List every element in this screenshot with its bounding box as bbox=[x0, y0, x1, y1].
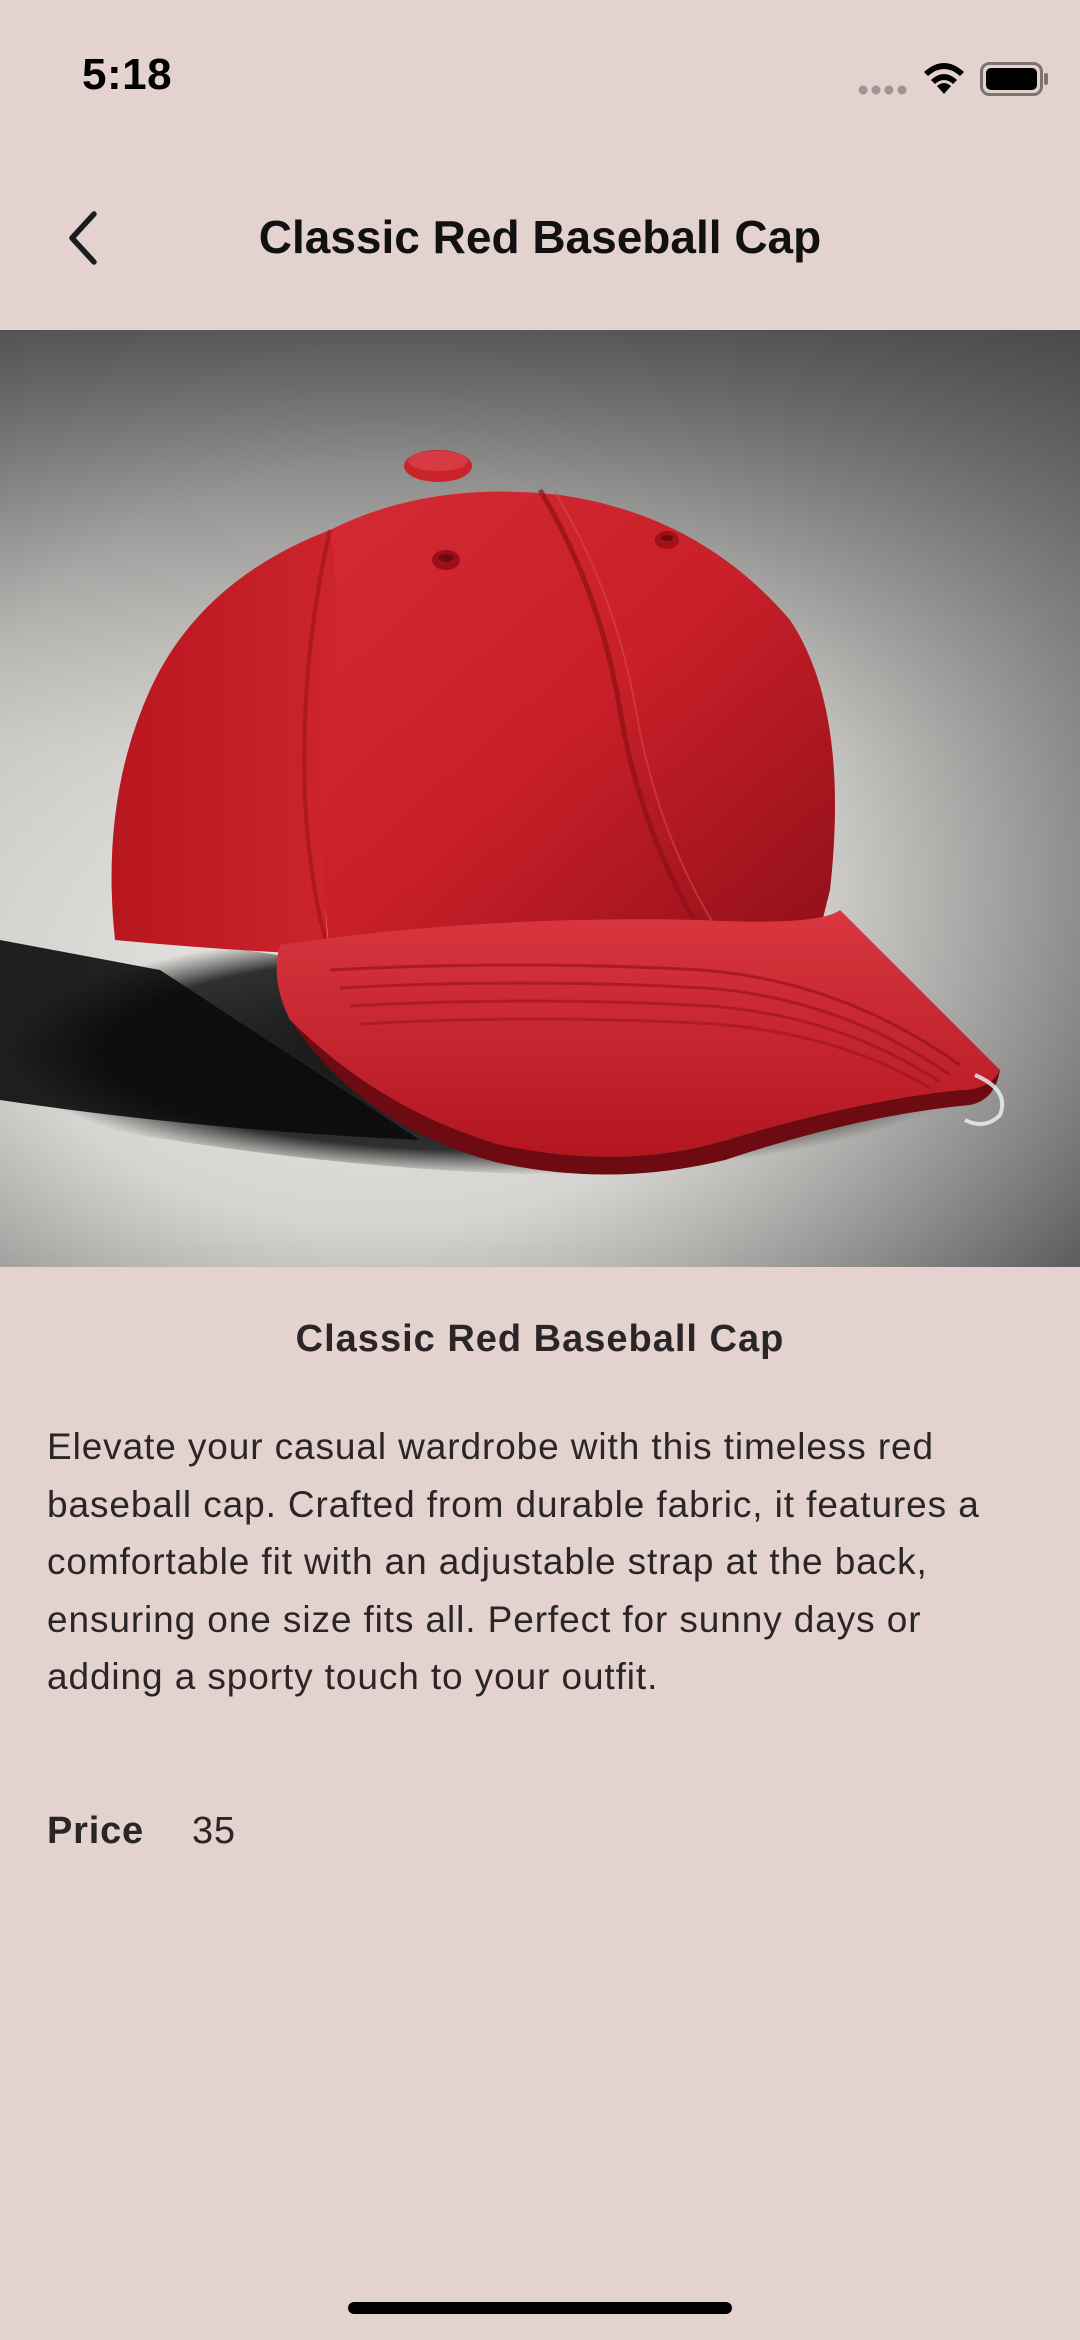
battery-icon bbox=[980, 62, 1048, 96]
chevron-left-icon bbox=[69, 211, 97, 265]
page-title: Classic Red Baseball Cap bbox=[258, 211, 822, 263]
status-bar: 5:18 bbox=[0, 0, 1080, 150]
status-time: 5:18 bbox=[82, 50, 173, 99]
price-row: Price 35 bbox=[47, 1810, 236, 1853]
home-indicator[interactable] bbox=[348, 2302, 732, 2314]
product-name: Classic Red Baseball Cap bbox=[295, 1318, 785, 1360]
price-label: Price bbox=[47, 1810, 144, 1852]
price-value: 35 bbox=[191, 1810, 236, 1852]
app-bar: Classic Red Baseball Cap bbox=[0, 150, 1080, 330]
wifi-icon bbox=[924, 63, 964, 94]
product-description: Elevate your casual wardrobe with this t… bbox=[47, 1426, 980, 1697]
back-button[interactable] bbox=[44, 198, 124, 278]
cellular-signal-icon bbox=[858, 85, 907, 95]
product-image bbox=[0, 330, 1080, 1267]
